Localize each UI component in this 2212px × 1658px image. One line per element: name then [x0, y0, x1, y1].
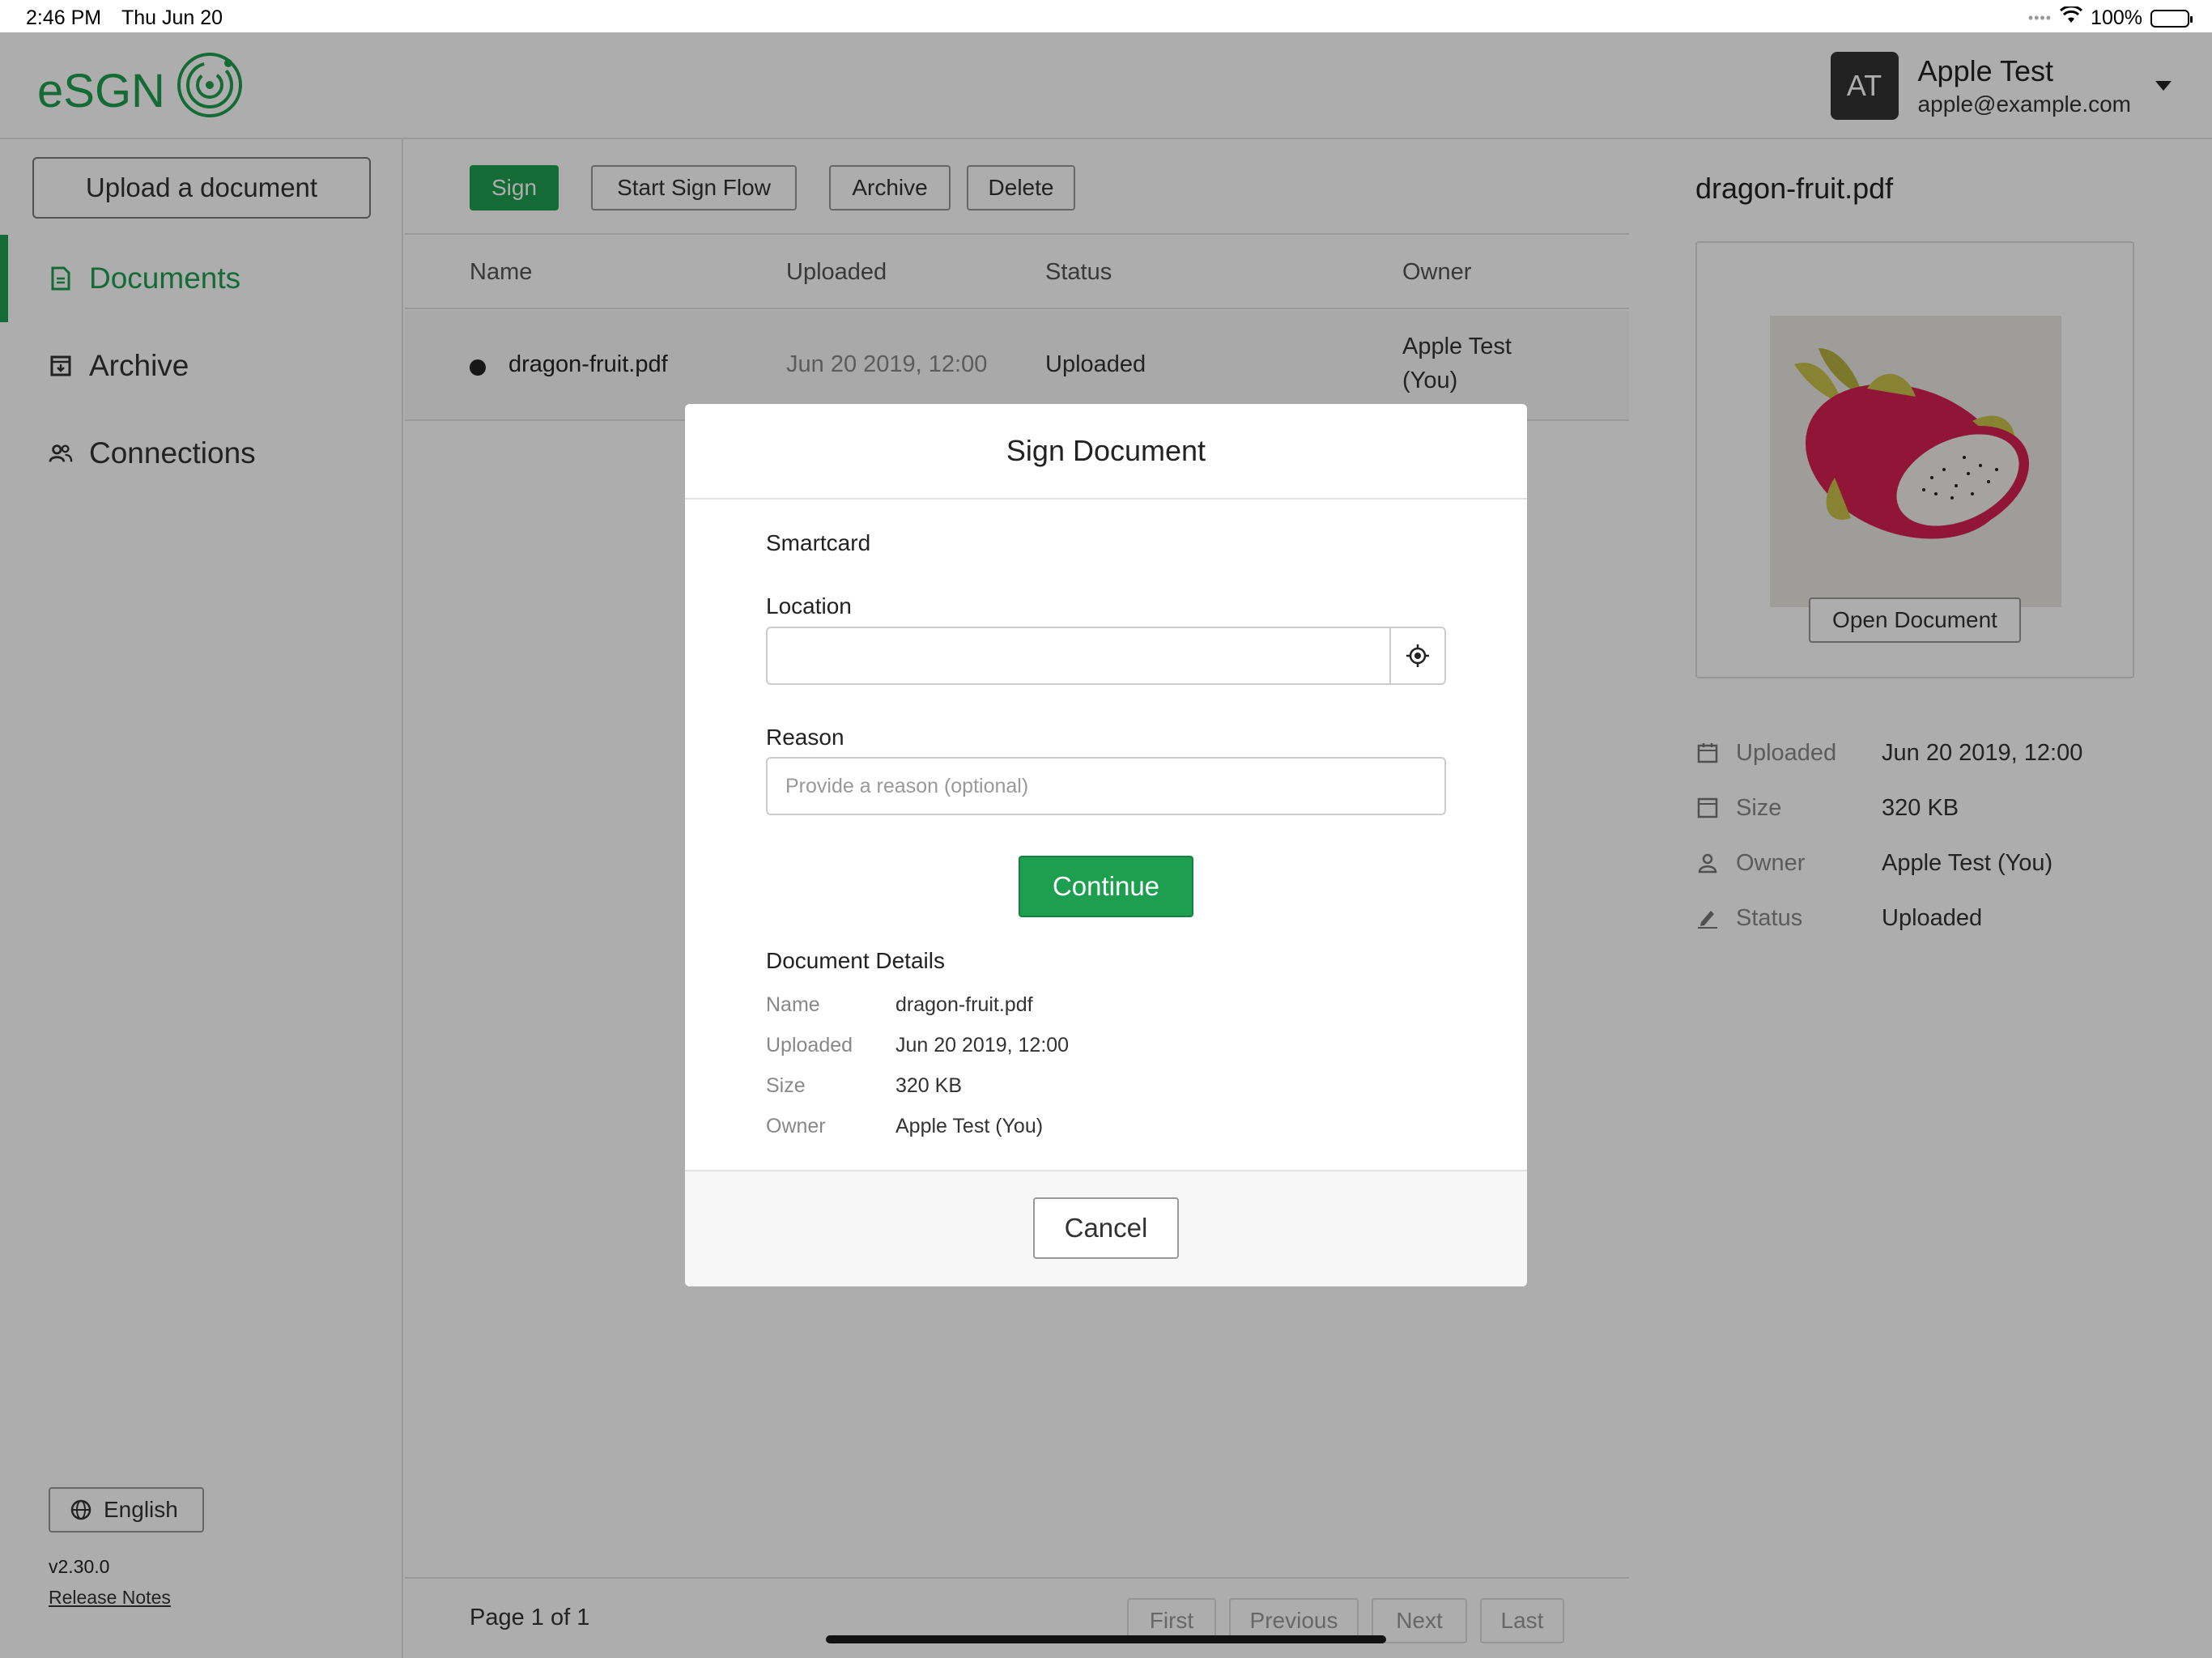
signal-icon: ••••: [2027, 10, 2052, 26]
wifi-icon: [2060, 5, 2083, 30]
detail-key: Size: [766, 1074, 806, 1097]
detail-value: Jun 20 2019, 12:00: [895, 1034, 1070, 1056]
detail-value: Apple Test (You): [895, 1115, 1044, 1137]
battery-percent: 100%: [2091, 6, 2142, 29]
reason-field[interactable]: Provide a reason (optional): [766, 757, 1446, 815]
detail-value: dragon-fruit.pdf: [895, 993, 1033, 1016]
status-time: 2:46 PM: [26, 6, 102, 29]
continue-button[interactable]: Continue: [1019, 856, 1193, 917]
detail-key: Uploaded: [766, 1034, 853, 1056]
detail-key: Owner: [766, 1115, 826, 1137]
locate-icon[interactable]: [1389, 628, 1444, 683]
status-bar: 2:46 PM Thu Jun 20 •••• 100%: [0, 0, 2212, 32]
dialog-body: Smartcard Location Reason Provide a reas…: [685, 500, 1527, 1170]
cancel-button[interactable]: Cancel: [1033, 1197, 1179, 1259]
home-indicator[interactable]: [826, 1635, 1386, 1643]
status-date: Thu Jun 20: [121, 6, 223, 29]
sign-document-dialog: Sign Document Smartcard Location Reason …: [685, 404, 1527, 1286]
status-right: •••• 100%: [2027, 5, 2193, 30]
detail-value: 320 KB: [895, 1074, 963, 1097]
reason-placeholder: Provide a reason (optional): [785, 774, 1029, 797]
location-field[interactable]: [766, 627, 1446, 685]
location-label: Location: [766, 593, 852, 619]
signing-method: Smartcard: [766, 530, 871, 555]
dialog-footer: Cancel: [685, 1170, 1527, 1286]
document-details-heading: Document Details: [766, 948, 945, 973]
detail-key: Name: [766, 993, 820, 1016]
reason-label: Reason: [766, 725, 844, 750]
battery-icon: [2150, 9, 2193, 28]
dialog-title: Sign Document: [685, 404, 1527, 500]
